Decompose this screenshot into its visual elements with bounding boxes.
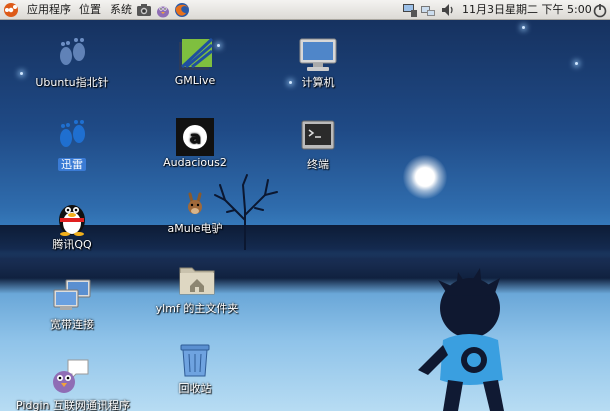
icon-label: Audacious2 (163, 156, 227, 169)
icon-label: 宽带连接 (50, 318, 94, 331)
icon-label: 计算机 (301, 76, 335, 89)
icon-label: Ubuntu指北针 (35, 76, 109, 89)
monitor-icon (299, 38, 337, 71)
boy-figure (418, 268, 504, 411)
home-folder-icon (179, 267, 215, 295)
volume-icon[interactable] (440, 2, 456, 18)
desktop-icon-trash[interactable]: 回收站 (152, 342, 238, 398)
top-panel: 应用程序 位置 系统 11月3日星期二 下午 5:00 (0, 0, 610, 20)
network-icon[interactable] (420, 2, 436, 18)
desktop-icon-broadband[interactable]: 宽带连接 (28, 278, 116, 334)
places-menu[interactable]: 位置 (79, 0, 101, 20)
desktop-icon-audacious[interactable]: a Audacious2 (152, 118, 238, 174)
pidgin-icon[interactable] (155, 2, 171, 18)
star-sparkle (575, 62, 578, 65)
donkey-icon (188, 192, 202, 214)
footprints-icon (60, 38, 85, 65)
desktop-icon-terminal[interactable]: 终端 (278, 118, 358, 174)
desktop-icon-pidgin[interactable]: Pidgin 互联网通讯程序 (10, 358, 136, 411)
desktop-icon-xunlei[interactable]: 迅雷 (28, 118, 116, 174)
power-icon[interactable] (592, 2, 608, 18)
gmlive-icon (179, 37, 214, 70)
desktop-icon-gmlive[interactable]: GMLive (152, 36, 238, 94)
terminal-icon (301, 120, 335, 150)
firefox-icon[interactable] (174, 2, 190, 18)
camera-icon[interactable] (136, 2, 152, 18)
penguin-icon (59, 205, 85, 236)
desktop-icon-home-folder[interactable]: ylmf 的主文件夹 (152, 262, 242, 318)
pidgin-icon (53, 359, 89, 393)
desktop-icon-qq[interactable]: 腾讯QQ (28, 198, 116, 254)
moon-glow (403, 155, 447, 199)
icon-label: Pidgin 互联网通讯程序 (16, 399, 130, 411)
footprints-icon (60, 120, 85, 147)
svg-text:a: a (189, 128, 200, 148)
desktop: Ubuntu指北针 GMLive 计算机 迅雷 a Audacious2 终端 … (0, 20, 610, 411)
clock[interactable]: 11月3日星期二 下午 5:00 (462, 0, 592, 20)
icon-label: 腾讯QQ (52, 238, 92, 251)
system-menu[interactable]: 系统 (110, 0, 132, 20)
trash-icon (180, 344, 210, 377)
desktop-icon-computer[interactable]: 计算机 (278, 36, 358, 94)
desktop-icon-amule[interactable]: aMule电驴 (152, 192, 238, 240)
icon-label: aMule电驴 (167, 222, 223, 235)
audacious-icon: a (176, 118, 214, 156)
star-sparkle (522, 26, 525, 29)
icon-label: ylmf 的主文件夹 (155, 302, 239, 315)
network-icon (53, 279, 91, 310)
icon-label: 终端 (307, 158, 329, 171)
icon-label: 回收站 (178, 382, 212, 395)
star-sparkle (20, 72, 23, 75)
ubuntu-logo-icon[interactable] (4, 3, 18, 17)
applications-menu[interactable]: 应用程序 (27, 0, 71, 20)
computer-icon[interactable] (402, 2, 418, 18)
icon-label: 迅雷 (58, 158, 86, 171)
icon-label: GMLive (174, 74, 216, 87)
desktop-icon-ubuntu-compass[interactable]: Ubuntu指北针 (28, 36, 116, 94)
